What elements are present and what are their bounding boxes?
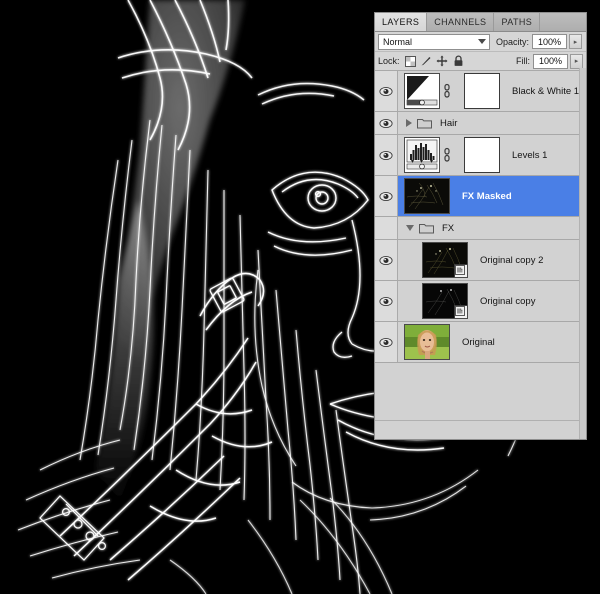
eye-icon [379, 118, 393, 129]
layer-row-levels-1[interactable]: Levels 1 [375, 135, 586, 176]
layer-visibility-toggle[interactable] [375, 112, 398, 134]
tab-layers[interactable]: LAYERS [375, 13, 427, 31]
smart-object-badge-icon [454, 305, 468, 319]
adjustment-levels-thumbnail[interactable] [404, 137, 440, 173]
eye-icon [379, 86, 393, 97]
tab-channels[interactable]: CHANNELS [427, 13, 494, 31]
panel-tabbar[interactable]: LAYERS CHANNELS PATHS [375, 13, 586, 32]
layer-row-fx-masked[interactable]: FX Masked [375, 176, 586, 217]
layer-thumbnails [398, 137, 500, 173]
smart-object-badge-icon [454, 264, 468, 278]
layer-row-original[interactable]: Original [375, 322, 586, 363]
layer-visibility-toggle[interactable] [375, 71, 398, 111]
eye-icon [379, 150, 393, 161]
lock-all-icon[interactable] [452, 55, 465, 68]
layer-name: FX [442, 223, 454, 234]
layer-row-original-copy-2[interactable]: Original copy 2 [375, 240, 586, 281]
eye-icon [379, 255, 393, 266]
layer-list-scrollbar[interactable] [579, 68, 586, 439]
layer-name: Original copy 2 [480, 255, 543, 266]
layer-row-black-and-white-1[interactable]: Black & White 1 [375, 71, 586, 112]
eye-icon [379, 337, 393, 348]
layer-thumbnails [398, 324, 450, 360]
tabbar-filler [540, 13, 586, 31]
layer-name: Levels 1 [512, 150, 547, 161]
layers-panel[interactable]: LAYERS CHANNELS PATHS Normal Opacity: 10… [374, 12, 587, 440]
mask-link-icon[interactable] [443, 147, 451, 163]
folder-icon [417, 117, 432, 129]
layer-mask-thumbnail[interactable] [464, 137, 500, 173]
layer-visibility-toggle[interactable] [375, 135, 398, 175]
layer-row-fx-group[interactable]: FX [375, 217, 586, 240]
lock-image-pixels-icon[interactable] [420, 55, 433, 68]
fill-input[interactable]: 100% [533, 54, 568, 69]
layer-visibility-toggle[interactable] [375, 240, 398, 280]
layer-mask-thumbnail[interactable] [464, 73, 500, 109]
lock-row[interactable]: Lock: [375, 52, 586, 71]
lock-position-icon[interactable] [436, 55, 449, 68]
group-collapse-arrow-icon[interactable] [406, 225, 414, 231]
blend-mode-row[interactable]: Normal Opacity: 100% ▸ [375, 32, 586, 52]
layer-name: FX Masked [462, 191, 512, 202]
fill-label: Fill: [516, 56, 530, 66]
folder-icon [419, 222, 434, 234]
tab-paths[interactable]: PATHS [494, 13, 540, 31]
eye-icon [379, 296, 393, 307]
layer-visibility-toggle[interactable] [375, 281, 398, 321]
layer-name: Original [462, 337, 495, 348]
blend-mode-value: Normal [383, 37, 412, 47]
layer-thumbnail[interactable] [404, 178, 450, 214]
lock-label: Lock: [378, 56, 400, 66]
chevron-down-icon [478, 39, 486, 44]
layer-name: Black & White 1 [512, 86, 579, 97]
panel-footer [375, 420, 586, 439]
layer-thumbnails [416, 242, 468, 278]
group-expand-arrow-icon[interactable] [406, 119, 412, 127]
mask-link-icon[interactable] [443, 83, 451, 99]
opacity-stepper[interactable]: ▸ [569, 34, 582, 49]
opacity-label: Opacity: [496, 37, 529, 47]
eye-icon [379, 191, 393, 202]
lock-transparent-pixels-icon[interactable] [404, 55, 417, 68]
smart-object-thumbnail[interactable] [422, 283, 468, 319]
layer-visibility-toggle[interactable] [375, 176, 398, 216]
layer-thumbnails [398, 73, 500, 109]
layer-row-original-copy[interactable]: Original copy [375, 281, 586, 322]
adjustment-black-white-thumbnail[interactable] [404, 73, 440, 109]
layer-thumbnails [416, 283, 468, 319]
screenshot-root: LAYERS CHANNELS PATHS Normal Opacity: 10… [0, 0, 600, 594]
layer-visibility-toggle[interactable] [375, 322, 398, 362]
opacity-input[interactable]: 100% [532, 34, 567, 49]
photo-thumbnail[interactable] [404, 324, 450, 360]
layer-thumbnails [398, 178, 450, 214]
layer-visibility-toggle[interactable] [375, 217, 398, 239]
layer-name: Original copy [480, 296, 535, 307]
smart-object-thumbnail[interactable] [422, 242, 468, 278]
layer-row-hair-group[interactable]: Hair [375, 112, 586, 135]
layer-name: Hair [440, 118, 457, 129]
fill-stepper[interactable]: ▸ [570, 54, 583, 69]
blend-mode-select[interactable]: Normal [378, 34, 490, 50]
layer-list[interactable]: Black & White 1 Hair [375, 71, 586, 420]
